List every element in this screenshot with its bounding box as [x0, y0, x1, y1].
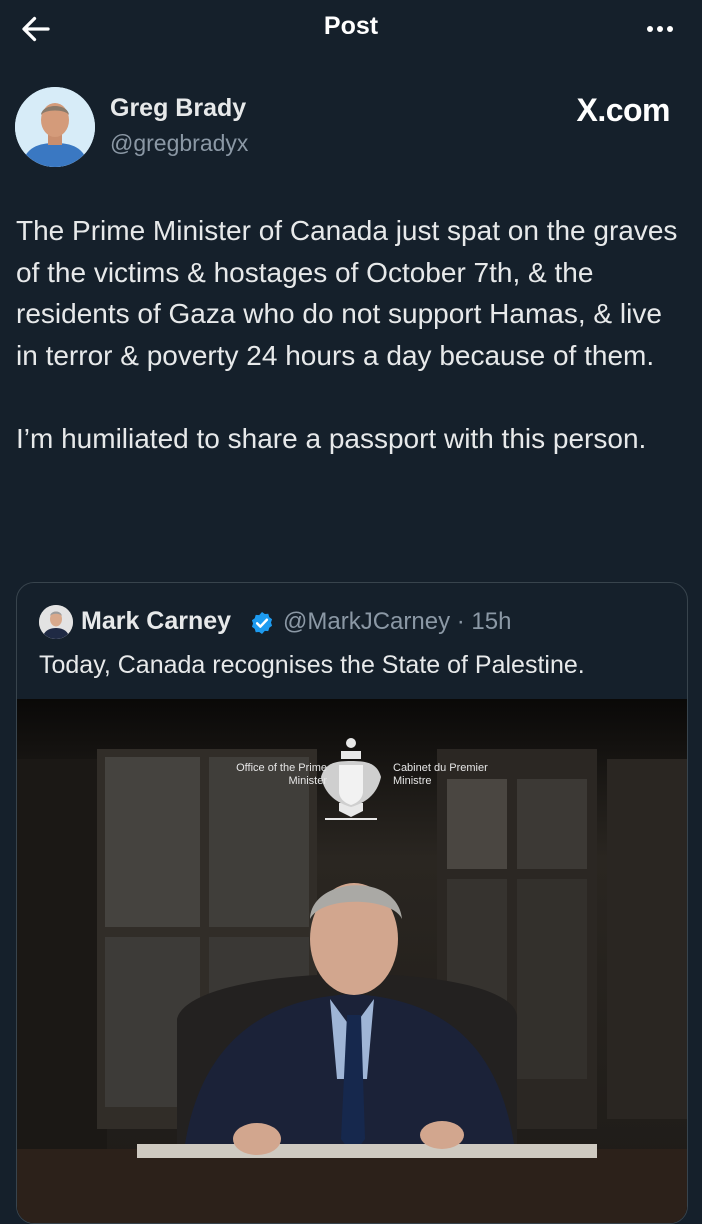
office-label-en: Office of the Prime Minister [236, 762, 327, 787]
quoted-handle-time: @MarkJCarney · 15h [283, 608, 512, 635]
quoted-tweet[interactable]: Mark Carney @MarkJCarney · 15h Today, Ca… [16, 582, 688, 1224]
author-handle[interactable]: @gregbradyx [110, 130, 248, 157]
page-title: Post [323, 12, 379, 40]
quoted-avatar[interactable] [39, 605, 73, 639]
more-horizontal-icon [645, 26, 675, 32]
tweet-text: The Prime Minister of Canada just spat o… [16, 210, 688, 459]
top-bar: Post [0, 0, 702, 58]
quoted-media-image[interactable]: Office of the Prime Minister Cabinet du … [17, 699, 687, 1223]
quoted-author-name[interactable]: Mark Carney [81, 607, 231, 636]
tweet-paragraph: I’m humiliated to share a passport with … [16, 422, 647, 454]
author-avatar[interactable] [15, 87, 95, 167]
tweet-paragraph: The Prime Minister of Canada just spat o… [16, 215, 678, 371]
watermark: X.com [576, 92, 670, 128]
verified-badge-icon [251, 611, 273, 635]
office-label-fr: Cabinet du Premier Ministre [393, 762, 488, 787]
author-name[interactable]: Greg Brady [110, 94, 246, 123]
more-button[interactable] [636, 10, 684, 48]
quoted-text: Today, Canada recognises the State of Pa… [39, 651, 585, 679]
